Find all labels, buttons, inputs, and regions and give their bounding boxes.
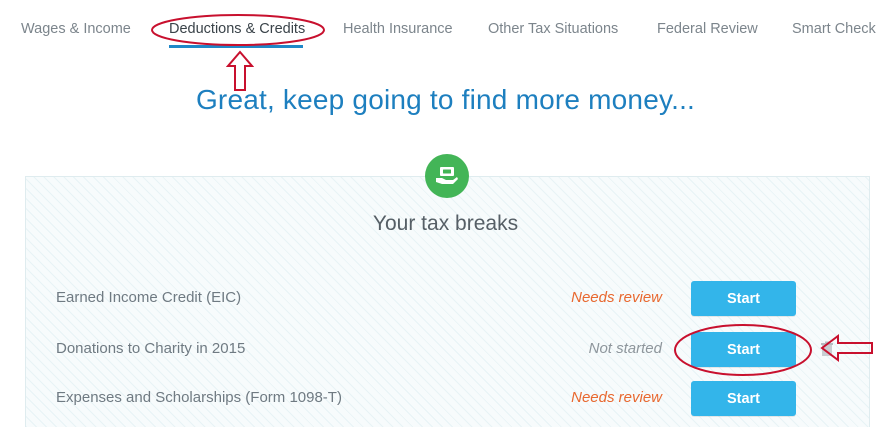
card-title: Your tax breaks [372,212,519,235]
top-nav: Wages & Income Deductions & Credits Heal… [0,0,891,60]
page-headline: Great, keep going to find more money... [195,84,696,115]
tab-health-insurance[interactable]: Health Insurance [343,21,453,37]
active-tab-indicator [169,45,303,48]
start-button-eic[interactable]: Start [691,281,796,316]
status-badge: Needs review [571,389,662,406]
trash-icon[interactable] [820,341,834,357]
tab-federal-review[interactable]: Federal Review [657,21,758,37]
tab-wages-income[interactable]: Wages & Income [21,21,131,37]
status-badge: Not started [588,340,662,357]
start-button-donations[interactable]: Start [691,332,796,367]
start-button-expenses[interactable]: Start [691,381,796,416]
row-label-donations: Donations to Charity in 2015 [56,340,246,357]
row-label-expenses-scholarships: Expenses and Scholarships (Form 1098-T) [56,389,342,406]
money-hand-icon [425,154,469,198]
status-badge: Needs review [571,289,662,306]
tab-other-tax-situations[interactable]: Other Tax Situations [488,21,618,37]
tab-deductions-credits[interactable]: Deductions & Credits [169,21,305,37]
tab-smart-check[interactable]: Smart Check [792,21,876,37]
row-label-eic: Earned Income Credit (EIC) [56,289,242,306]
